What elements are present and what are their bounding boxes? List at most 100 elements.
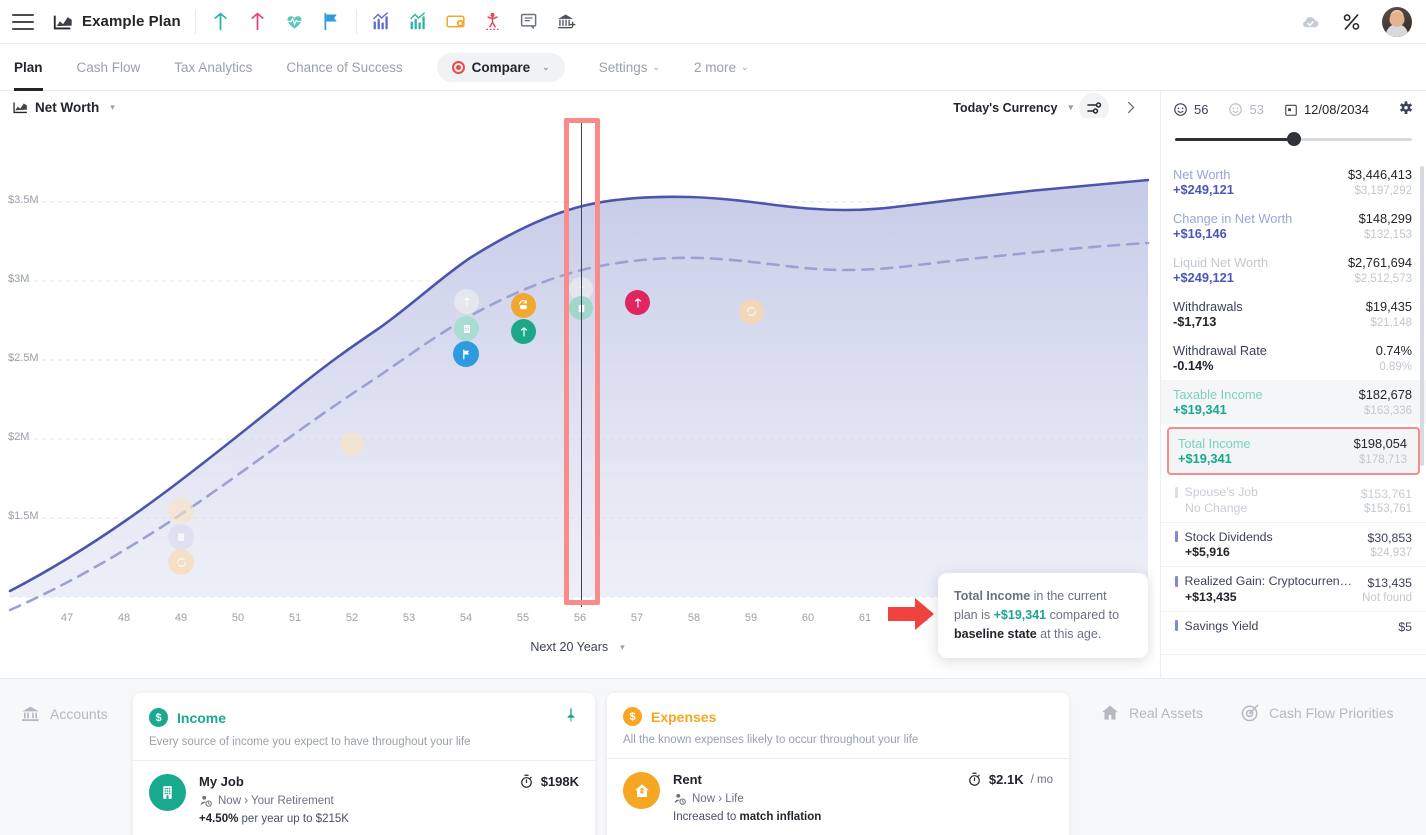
tab-more[interactable]: 2 more ⌄ — [694, 60, 749, 75]
marker-flag[interactable] — [453, 341, 479, 367]
expenses-item-note-text: match inflation — [739, 811, 821, 823]
marker-person-teal[interactable] — [511, 319, 536, 344]
calendar-icon — [1284, 103, 1298, 117]
metric-row-withdrawal-rate[interactable]: Withdrawal Rate0.74% -0.14%0.89% — [1161, 336, 1426, 380]
expenses-card-item[interactable]: Rent Now › Life Increased to match infla… — [607, 758, 1069, 823]
face-smile-muted-icon — [1228, 102, 1243, 117]
xtick-60: 60 — [793, 612, 823, 624]
marker-person-faded[interactable] — [454, 289, 479, 314]
income-card-item[interactable]: My Job Now › Your Retirement +4.50% per … — [133, 760, 595, 825]
xtick-58: 58 — [679, 612, 709, 624]
currency-label: Today's Currency — [953, 101, 1057, 115]
sub-item-spouses-job[interactable]: Spouse's Job$153,761 No Change$153,761 — [1161, 478, 1426, 523]
marker-building-faded[interactable] — [454, 316, 479, 341]
metric-baseline: 0.89% — [1379, 361, 1412, 373]
metric-row-change-in-net-worth[interactable]: Change in Net Worth$148,299 +$16,146$132… — [1161, 204, 1426, 248]
age-secondary[interactable]: 53 — [1228, 102, 1263, 117]
expenses-item-note: Increased to match inflation — [673, 811, 967, 823]
metric-selector[interactable]: Net Worth ▾ — [12, 99, 115, 116]
chevron-down-icon: ⌄ — [542, 62, 550, 73]
tab-tax-analytics[interactable]: Tax Analytics — [174, 44, 252, 91]
color-bar-icon — [1175, 576, 1178, 587]
metric-row-liquid-net-worth[interactable]: Liquid Net Worth$2,761,694 +$249,121$2,5… — [1161, 248, 1426, 292]
marker-orange-faded-1[interactable] — [340, 432, 364, 456]
tab-cash-flow[interactable]: Cash Flow — [77, 44, 141, 91]
receipt-icon[interactable] — [519, 11, 540, 32]
sub-item-savings-yield[interactable]: Savings Yield $5 — [1161, 612, 1426, 656]
card-remove-icon[interactable] — [445, 11, 466, 32]
income-card[interactable]: $ Income Every source of income you expe… — [133, 693, 595, 835]
settings-gear-icon[interactable] — [1398, 100, 1414, 119]
dock-item-cash-flow-priorities[interactable]: Cash Flow Priorities — [1240, 703, 1393, 723]
flag-blue-icon[interactable] — [321, 11, 342, 32]
marker-orange-faded-3[interactable] — [168, 549, 194, 575]
target-icon — [1240, 703, 1260, 723]
timeline-slider[interactable] — [1175, 132, 1412, 146]
sub-item-baseline: $24,937 — [1370, 547, 1412, 559]
metric-label: Net Worth — [35, 100, 99, 115]
marker-person-pink[interactable] — [625, 290, 650, 315]
sub-item-delta: No Change — [1175, 501, 1247, 515]
metric-name: Taxable Income — [1173, 387, 1263, 402]
pin-icon[interactable] — [563, 707, 579, 728]
dollar-badge-icon: $ — [623, 707, 642, 726]
sub-item-name: Savings Yield — [1185, 619, 1259, 633]
hamburger-menu-icon[interactable] — [12, 14, 34, 30]
date-display[interactable]: 12/08/2034 — [1284, 102, 1369, 117]
sub-item-name: Realized Gain: Cryptocurren… — [1185, 574, 1352, 588]
sub-item-realized-gain-crypto[interactable]: Realized Gain: Cryptocurren…$13,435 +$13… — [1161, 567, 1426, 612]
metric-row-withdrawals[interactable]: Withdrawals$19,435 -$1,713$21,148 — [1161, 292, 1426, 336]
metric-delta: +$16,146 — [1173, 226, 1227, 241]
bank-icon — [20, 703, 41, 724]
tab-chance-of-success-label: Chance of Success — [286, 60, 402, 75]
net-worth-chart[interactable]: $3.5M $3M $2.5M $2M $1.5M — [0, 118, 1155, 678]
metric-name: Change in Net Worth — [1173, 211, 1292, 226]
tab-cash-flow-label: Cash Flow — [77, 60, 141, 75]
bank-add-icon[interactable] — [556, 11, 577, 32]
sub-item-stock-dividends[interactable]: Stock Dividends$30,853 +$5,916$24,937 — [1161, 523, 1426, 568]
expenses-item-amount-suffix: / mo — [1031, 774, 1053, 786]
age-primary[interactable]: 56 — [1173, 102, 1208, 117]
metrics-list[interactable]: Net Worth$3,446,413 +$249,121$3,197,292 … — [1161, 160, 1426, 678]
slider-knob[interactable] — [1287, 132, 1301, 146]
ytick-2-5m: $2.5M — [8, 352, 39, 364]
dock-item-accounts[interactable]: Accounts — [20, 703, 108, 724]
user-avatar[interactable] — [1382, 7, 1412, 37]
heartbeat-icon[interactable] — [284, 11, 305, 32]
xtick-50: 50 — [223, 612, 253, 624]
dock-item-real-assets[interactable]: Real Assets — [1100, 703, 1203, 723]
cloud-saved-icon[interactable] — [1300, 11, 1321, 32]
currency-selector[interactable]: Today's Currency ▾ — [953, 101, 1073, 115]
metric-row-taxable-income[interactable]: Taxable Income$182,678 +$19,341$163,336 — [1161, 380, 1426, 424]
person-teal-icon[interactable] — [210, 11, 231, 32]
tab-settings[interactable]: Settings ⌄ — [599, 60, 660, 75]
sub-item-value: $153,761 — [1361, 487, 1412, 501]
xtick-52: 52 — [337, 612, 367, 624]
ytick-3-5m: $3.5M — [8, 194, 39, 206]
callout-text-2: compared to — [1046, 608, 1119, 622]
metric-row-net-worth[interactable]: Net Worth$3,446,413 +$249,121$3,197,292 — [1161, 160, 1426, 204]
expenses-item-name: Rent — [673, 772, 967, 787]
sub-item-value: $5 — [1398, 620, 1412, 634]
metric-value: $148,299 — [1359, 211, 1412, 226]
panel-scrollbar[interactable] — [1420, 166, 1424, 466]
sub-item-value: $30,853 — [1368, 531, 1412, 545]
tab-compare[interactable]: Compare ⌄ — [437, 53, 565, 82]
expenses-card[interactable]: $ Expenses All the known expenses likely… — [607, 693, 1069, 835]
tab-plan[interactable]: Plan — [14, 44, 43, 91]
percent-slash-icon[interactable] — [1341, 11, 1362, 32]
marker-orange-faded-2[interactable] — [168, 498, 194, 524]
marker-blue-faded[interactable] — [168, 524, 194, 550]
chart-cursor-line — [581, 120, 582, 607]
age-primary-value: 56 — [1194, 102, 1208, 117]
chart-growth-blue-icon[interactable] — [371, 11, 392, 32]
marker-refresh-orange[interactable] — [739, 299, 764, 324]
tab-chance-of-success[interactable]: Chance of Success — [286, 44, 402, 91]
dock-accounts-label: Accounts — [50, 706, 108, 722]
person-pink-icon[interactable] — [247, 11, 268, 32]
chart-growth-teal-icon[interactable] — [408, 11, 429, 32]
metric-row-total-income[interactable]: Total Income$198,054 +$19,341$178,713 — [1167, 427, 1420, 475]
person-celebrate-icon[interactable] — [482, 11, 503, 32]
marker-card-orange[interactable] — [511, 293, 536, 318]
app-root: Example Plan — [0, 0, 1426, 835]
